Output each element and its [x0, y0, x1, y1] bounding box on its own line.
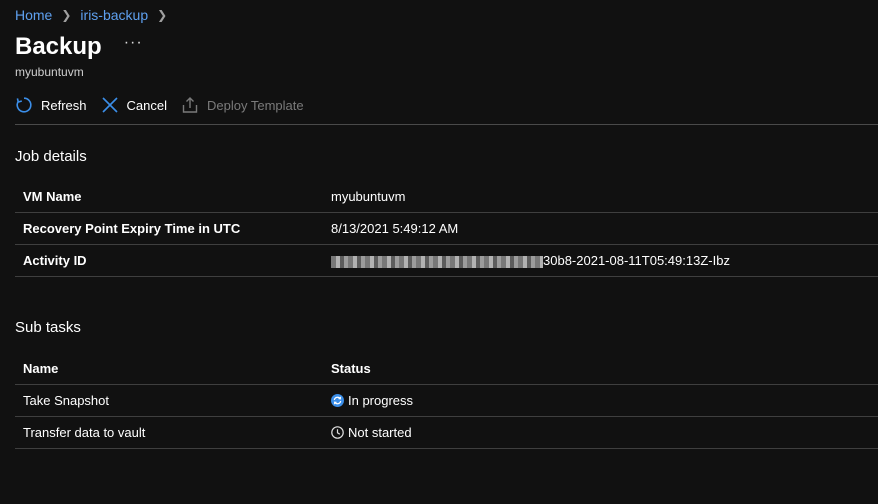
activity-id-cell: 30b8-2021-08-11T05:49:13Z-Ibz	[323, 244, 878, 277]
expiry-time-value: 8/13/2021 5:49:12 AM	[323, 212, 878, 245]
redacted-text	[331, 255, 543, 268]
table-row: Activity ID 30b8-2021-08-11T05:49:13Z-Ib…	[15, 244, 878, 277]
activity-id-value: 30b8-2021-08-11T05:49:13Z-Ibz	[543, 253, 730, 268]
refresh-button[interactable]: Refresh	[15, 96, 87, 114]
job-details-table: VM Name myubuntuvm Recovery Point Expiry…	[15, 181, 878, 277]
sub-tasks-heading: Sub tasks	[15, 319, 81, 336]
table-row: Take Snapshot In progress	[15, 384, 878, 417]
column-header-status: Status	[323, 353, 878, 385]
task-status: Not started	[348, 425, 412, 440]
activity-id-key: Activity ID	[15, 244, 323, 277]
sub-tasks-table: Name Status Take Snapshot In progress Tr…	[15, 353, 878, 449]
deploy-template-button[interactable]: Deploy Template	[181, 96, 304, 114]
task-status-cell: Not started	[323, 416, 878, 449]
expiry-time-key: Recovery Point Expiry Time in UTC	[15, 212, 323, 245]
more-options-button[interactable]: ···	[124, 34, 143, 52]
page-subtitle: myubuntuvm	[15, 65, 84, 79]
task-status: In progress	[348, 393, 414, 408]
task-name: Take Snapshot	[15, 384, 323, 417]
cancel-button[interactable]: Cancel	[101, 96, 167, 114]
clock-icon	[331, 426, 344, 439]
chevron-right-icon: ❯	[61, 8, 72, 22]
job-details-heading: Job details	[15, 148, 87, 165]
vm-name-value: myubuntuvm	[323, 181, 878, 213]
column-header-name: Name	[15, 353, 323, 385]
task-name: Transfer data to vault	[15, 416, 323, 449]
page-title: Backup	[15, 33, 102, 60]
refresh-icon	[16, 97, 32, 113]
breadcrumb-vault[interactable]: iris-backup	[80, 7, 148, 23]
vm-name-key: VM Name	[15, 181, 323, 213]
toolbar-divider	[15, 124, 878, 125]
command-bar: Refresh Cancel Deploy Template	[15, 96, 318, 114]
table-header-row: Name Status	[15, 353, 878, 385]
table-row: VM Name myubuntuvm	[15, 181, 878, 213]
task-status-cell: In progress	[323, 384, 878, 417]
refresh-label: Refresh	[41, 97, 87, 113]
table-row: Transfer data to vault Not started	[15, 416, 878, 449]
close-icon	[101, 97, 118, 113]
deploy-template-label: Deploy Template	[207, 97, 304, 113]
chevron-right-icon: ❯	[157, 8, 168, 22]
breadcrumb: Home ❯ iris-backup ❯	[15, 7, 176, 23]
cancel-label: Cancel	[126, 97, 167, 113]
upload-icon	[182, 97, 198, 113]
breadcrumb-home[interactable]: Home	[15, 7, 52, 23]
sync-icon	[331, 394, 344, 407]
table-row: Recovery Point Expiry Time in UTC 8/13/2…	[15, 212, 878, 245]
